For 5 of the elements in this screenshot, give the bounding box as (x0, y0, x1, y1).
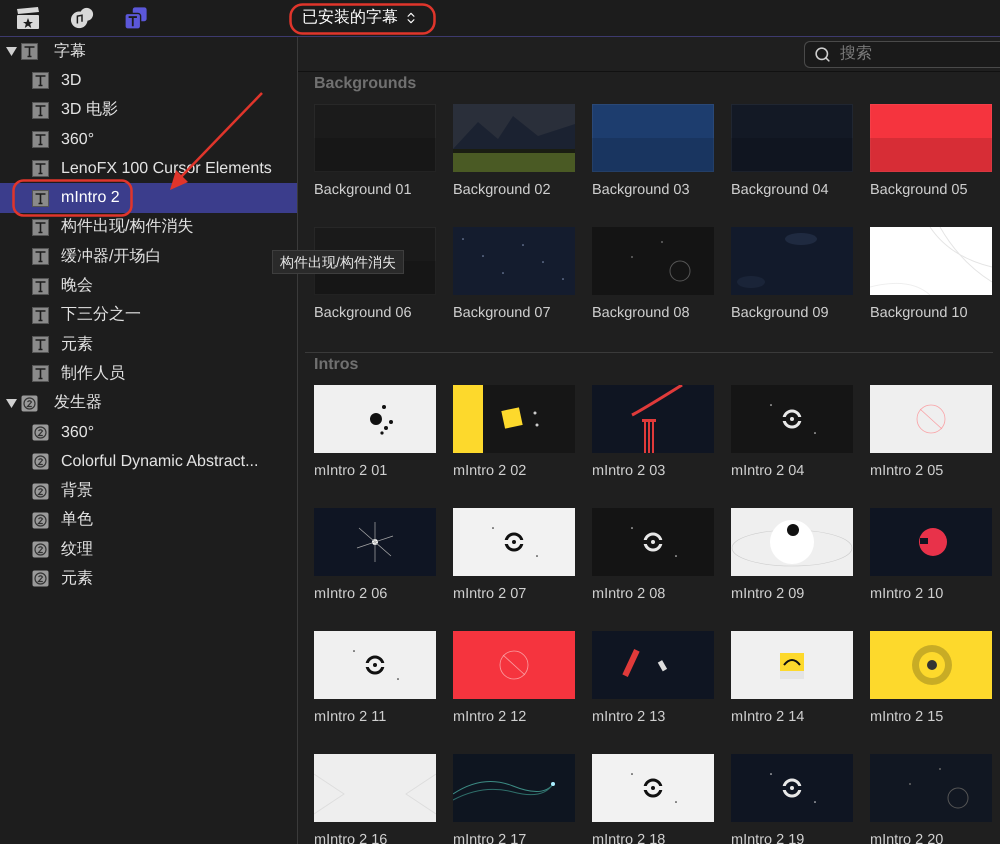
group-label: 字幕 (54, 42, 86, 62)
section-title: Backgrounds (313, 74, 416, 94)
section-title: Intros (313, 355, 358, 375)
tooltip: 构件出现/构件消失 (272, 250, 404, 274)
group-label: 发生器 (54, 392, 102, 414)
